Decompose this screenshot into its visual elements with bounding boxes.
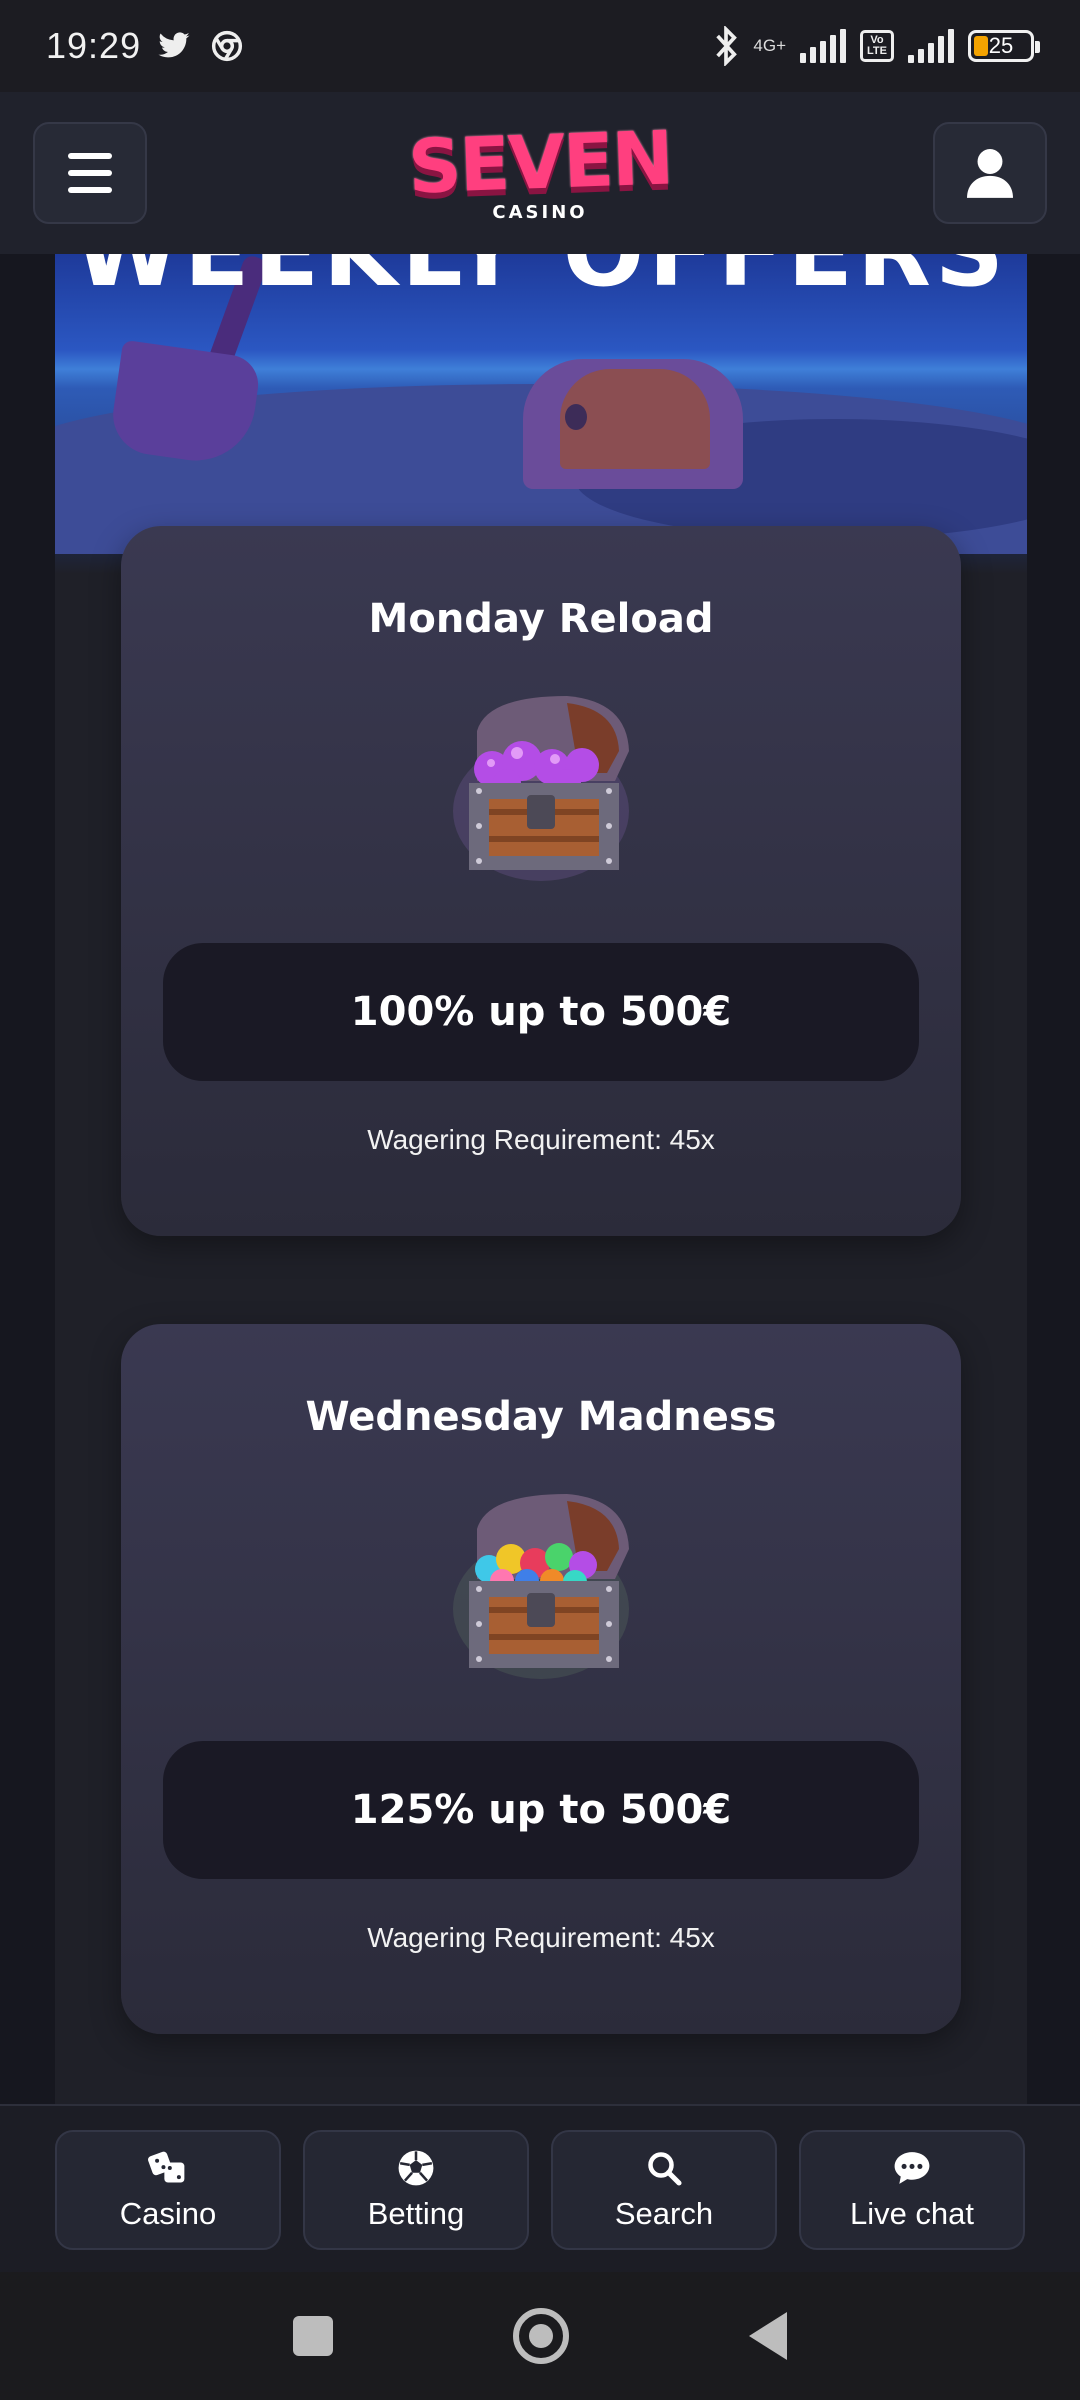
chrome-icon xyxy=(212,30,243,62)
recent-apps-button[interactable] xyxy=(293,2316,333,2356)
offer-card-monday: Monday Reload 100% up to 500€ Wagering R… xyxy=(121,526,961,1236)
system-navigation-bar xyxy=(0,2272,1080,2400)
battery-level: 25 xyxy=(988,33,1014,58)
network-type: 4G+ xyxy=(753,36,786,55)
twitter-icon xyxy=(158,32,190,58)
status-system-icons: 4G+ Vo LTE 25 xyxy=(713,26,1040,66)
offer-wagering: Wagering Requirement: 45x xyxy=(367,1922,715,1953)
signal-icon xyxy=(800,29,846,63)
background-chest-lock xyxy=(565,404,587,430)
treasure-chest-gems-icon xyxy=(453,1494,629,1679)
search-icon xyxy=(644,2148,684,2188)
account-button[interactable] xyxy=(933,122,1047,224)
nav-label: Casino xyxy=(119,2196,217,2231)
nav-label: Search xyxy=(614,2196,714,2231)
offer-title: Monday Reload xyxy=(368,596,714,642)
volte-icon: Vo LTE xyxy=(860,30,894,62)
nav-label: Betting xyxy=(367,2196,465,2231)
hamburger-icon xyxy=(68,153,112,193)
status-bar: 19:29 4G+ Vo LTE 25 xyxy=(0,0,1080,92)
back-button[interactable] xyxy=(749,2312,787,2360)
home-button[interactable] xyxy=(513,2308,569,2364)
promotions-content: WEEKLY OFFERS Monday Reload 100% up to 5… xyxy=(55,254,1027,2104)
nav-label: Live chat xyxy=(849,2196,975,2231)
nav-search[interactable]: Search xyxy=(551,2130,777,2250)
status-notification-icons xyxy=(157,30,243,62)
brand-logo[interactable]: SEVEN CASINO xyxy=(407,115,673,223)
offer-wagering: Wagering Requirement: 45x xyxy=(367,1124,715,1155)
user-icon xyxy=(967,149,1013,198)
dice-icon xyxy=(148,2148,188,2188)
offer-card-wednesday: Wednesday Madness 125% up to 500€ Wageri… xyxy=(121,1324,961,2034)
logo-wordmark: SEVEN xyxy=(406,115,674,211)
status-time: 19:29 xyxy=(46,25,142,66)
home-dot-icon xyxy=(529,2324,553,2348)
bluetooth-icon xyxy=(716,26,738,66)
app-header: SEVEN CASINO xyxy=(0,92,1080,254)
nav-betting[interactable]: Betting xyxy=(303,2130,529,2250)
offer-bonus-button[interactable]: 100% up to 500€ xyxy=(163,943,919,1081)
menu-button[interactable] xyxy=(33,122,147,224)
soccer-ball-icon xyxy=(396,2148,436,2188)
chat-icon xyxy=(892,2148,932,2188)
treasure-chest-purple-icon xyxy=(453,696,629,881)
bottom-navigation: Casino Betting Search Live chat xyxy=(0,2104,1080,2272)
nav-casino[interactable]: Casino xyxy=(55,2130,281,2250)
hero-title: WEEKLY OFFERS xyxy=(55,254,1027,308)
nav-live-chat[interactable]: Live chat xyxy=(799,2130,1025,2250)
offer-title: Wednesday Madness xyxy=(305,1394,777,1440)
battery-icon: 25 xyxy=(968,30,1040,62)
signal-icon-2 xyxy=(908,29,954,63)
offer-bonus-button[interactable]: 125% up to 500€ xyxy=(163,1741,919,1879)
